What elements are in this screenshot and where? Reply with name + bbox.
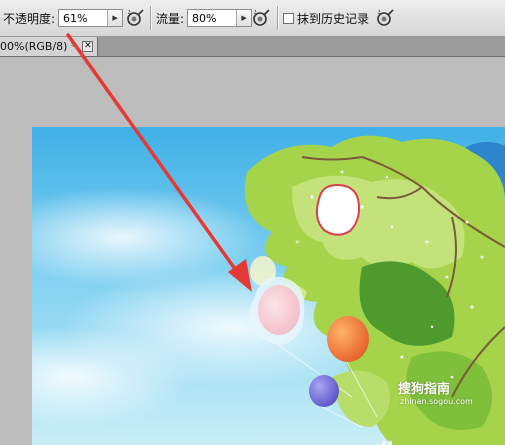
watermark-url: zhinan.sogou.com: [400, 397, 473, 406]
separator: [150, 6, 152, 30]
history-checkbox[interactable]: [283, 12, 294, 24]
airbrush-icon[interactable]: [374, 7, 396, 29]
history-group: 抹到历史记录: [283, 0, 369, 36]
history-label: 抹到历史记录: [297, 11, 370, 26]
flow-group: 流量: ▶: [156, 0, 253, 36]
faded-pink-balloon: [258, 285, 300, 335]
flow-label: 流量:: [156, 11, 185, 26]
opacity-field: ▶: [58, 9, 124, 27]
opacity-group: 不透明度: ▶: [3, 0, 124, 36]
flow-dropdown-arrow[interactable]: ▶: [236, 10, 252, 26]
airbrush-icon[interactable]: [124, 7, 146, 29]
history-airbrush-group: [374, 0, 396, 36]
flow-airbrush-group: [250, 0, 272, 36]
separator: [277, 6, 279, 30]
flow-field: ▶: [187, 9, 253, 27]
purple-balloon: [309, 375, 339, 407]
flow-input[interactable]: [188, 11, 237, 25]
opacity-label: 不透明度:: [3, 11, 56, 26]
options-bar: 不透明度: ▶ 流量: ▶: [0, 0, 505, 37]
orange-balloon: [327, 316, 369, 362]
document-tab-bar: 00%(RGB/8) * ✕: [0, 37, 505, 57]
airbrush-icon[interactable]: [250, 7, 272, 29]
opacity-input[interactable]: [59, 11, 108, 25]
watermark-brand: 搜狗指南: [398, 382, 451, 397]
document-tab[interactable]: 00%(RGB/8) * ✕: [0, 37, 99, 56]
document-tab-title: 00%(RGB/8) *: [0, 40, 77, 53]
close-icon[interactable]: ✕: [82, 41, 94, 52]
erased-balloon: [315, 183, 360, 236]
opacity-dropdown-arrow[interactable]: ▶: [107, 10, 123, 26]
opacity-airbrush-group: [124, 0, 146, 36]
